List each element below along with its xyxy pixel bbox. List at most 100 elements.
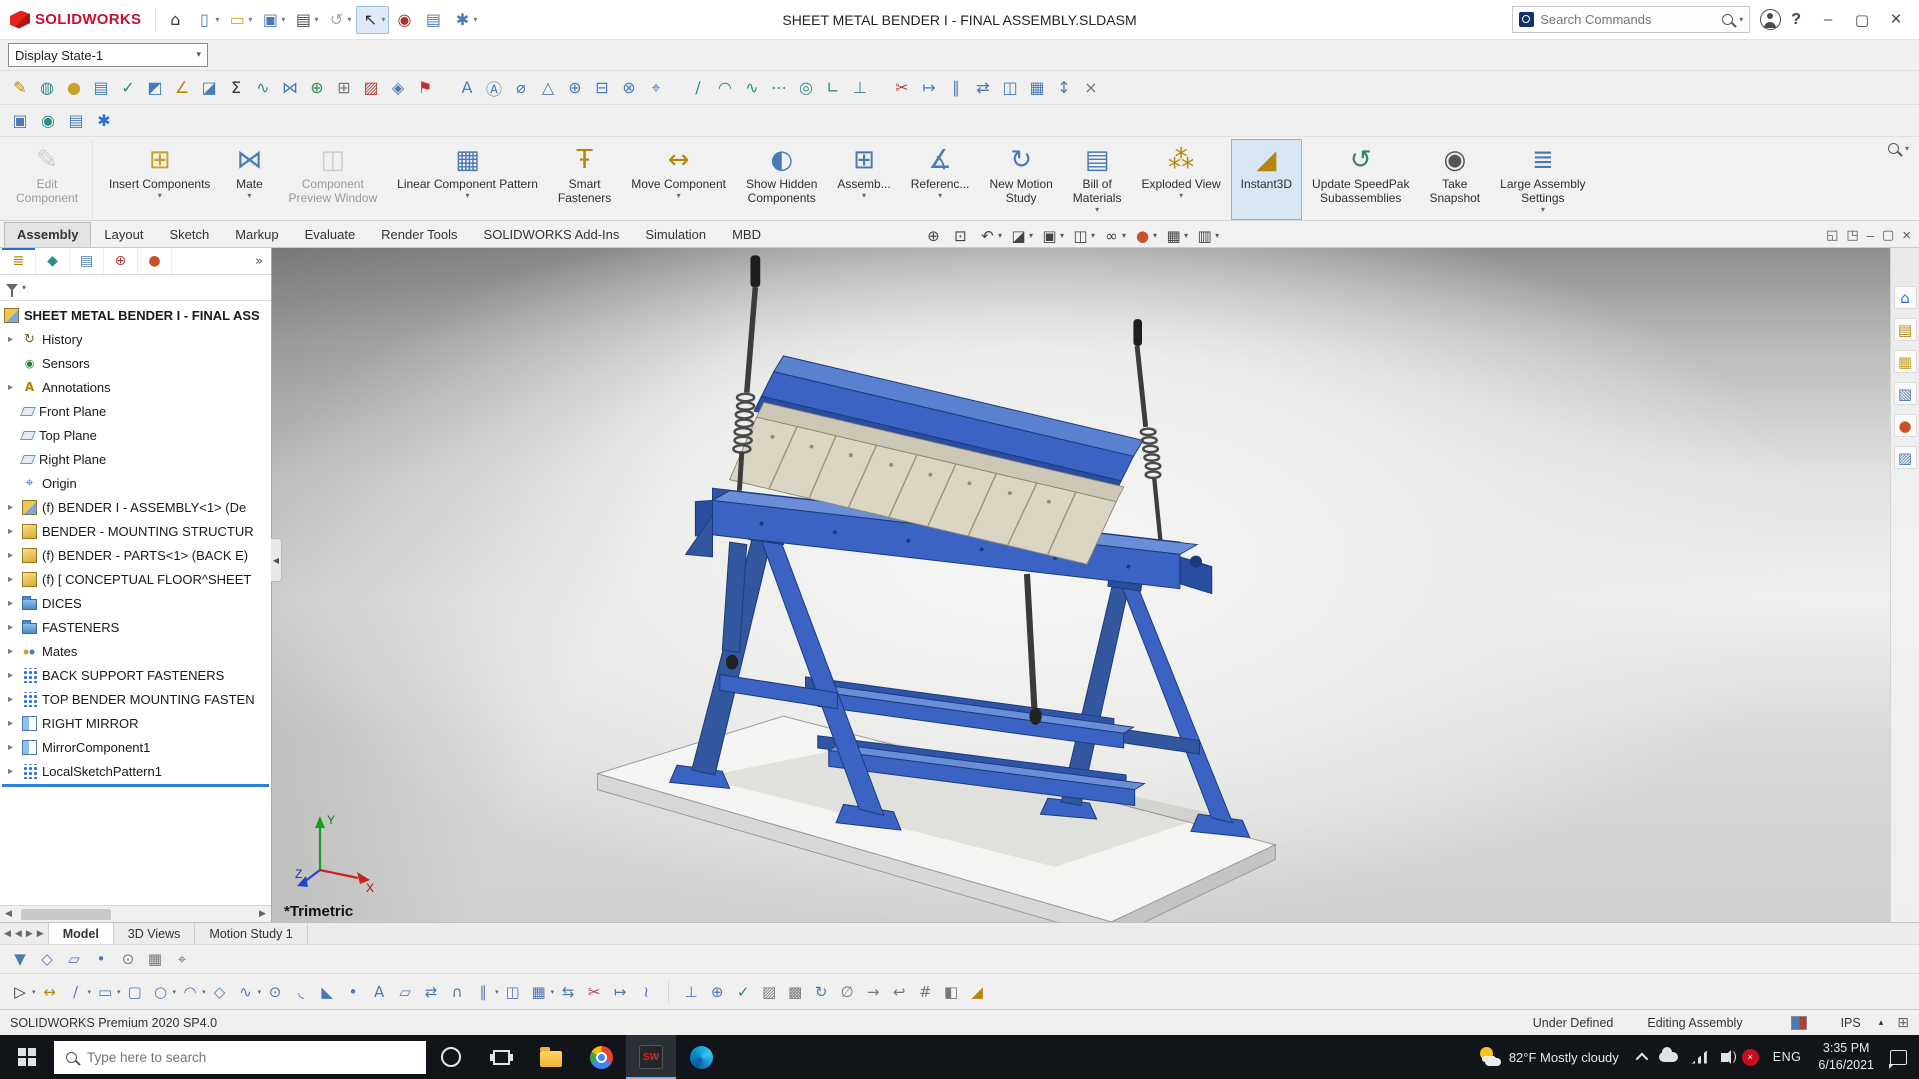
expand-arrow-icon[interactable]: ▸	[4, 502, 17, 513]
linear-sketch-pattern-icon[interactable]: ▦ ▾	[527, 980, 555, 1004]
arc-icon[interactable]: ◠ ▾	[178, 980, 206, 1004]
section-view-icon[interactable]: ◪ ▾	[1009, 226, 1033, 245]
preview-sphere-icon[interactable]: ◉	[36, 109, 60, 133]
tags-icon[interactable]: ⊞	[1897, 1015, 1909, 1031]
featuremanager-tab-icon[interactable]: ≣	[2, 248, 36, 274]
sketch-picture-icon[interactable]: ▨	[757, 980, 781, 1004]
custom-properties-icon[interactable]: ▨	[1894, 446, 1917, 469]
trim-entities-icon[interactable]: ✂	[582, 980, 606, 1004]
tree-item[interactable]: Right Plane	[0, 447, 271, 471]
expand-arrow-icon[interactable]: ▸	[4, 622, 17, 633]
window-minimize-button[interactable]: –	[1811, 5, 1845, 35]
extend-entities-icon[interactable]: ↦	[608, 980, 632, 1004]
jog-line-icon[interactable]: ≀	[634, 980, 658, 1004]
tree-item[interactable]: ▸ (f) BENDER - PARTS<1> (BACK E)	[0, 543, 271, 567]
prev-tab-icon[interactable]: ◀	[15, 929, 22, 939]
document-tab[interactable]: Motion Study 1	[195, 923, 307, 944]
expand-arrow-icon[interactable]: ▸	[4, 766, 17, 777]
assembly-3d-model[interactable]	[272, 248, 1919, 922]
add-relation-icon[interactable]: ⊕	[705, 980, 729, 1004]
last-tab-icon[interactable]: ▶	[37, 929, 44, 939]
display-relations-icon[interactable]: ⊥	[679, 980, 703, 1004]
import-diagnostics-icon[interactable]: ⊕	[305, 76, 329, 100]
offset-entities-icon[interactable]: ∥ ▾	[471, 980, 499, 1004]
displaymanager-tab-icon[interactable]: ●	[138, 248, 172, 274]
appearance-icon[interactable]: ●	[62, 76, 86, 100]
move-entities-icon[interactable]: ↕	[1052, 76, 1076, 100]
volume-icon[interactable]	[1714, 1035, 1735, 1079]
command-manager-tab[interactable]: Assembly	[4, 222, 91, 247]
expand-arrow-icon[interactable]: ▸	[4, 598, 17, 609]
expand-arrow-icon[interactable]: ▸	[4, 334, 17, 345]
start-button[interactable]	[0, 1035, 54, 1079]
user-account-icon[interactable]	[1760, 9, 1781, 30]
design-library-icon[interactable]: ▤	[1894, 318, 1917, 341]
datum-target-icon[interactable]: ⊗	[617, 76, 641, 100]
tree-item[interactable]: Origin	[0, 471, 271, 495]
home-icon[interactable]: ⌂	[1894, 286, 1917, 309]
document-close-button[interactable]: ×	[1902, 227, 1911, 244]
command-manager-tab[interactable]: SOLIDWORKS Add-Ins	[471, 222, 633, 247]
zoom-fit-icon[interactable]: ⊕	[924, 226, 944, 245]
window-restore-button[interactable]: ▢	[1845, 5, 1879, 35]
hide-show-items-icon[interactable]: ∞ ▾	[1102, 226, 1126, 245]
red-status-icon[interactable]: ×	[1735, 1035, 1766, 1079]
magnifier-icon[interactable]: ⊙	[116, 947, 140, 971]
ribbon-button[interactable]: ▤ Bill of Materials ▾	[1063, 139, 1132, 220]
taskbar-search-box[interactable]	[54, 1041, 426, 1074]
convert-entities-icon[interactable]: ⇄	[419, 980, 443, 1004]
sketch-tool-icon[interactable]: ✎	[8, 76, 32, 100]
angle-icon[interactable]: ∟	[821, 76, 845, 100]
ribbon-button[interactable]: ⊞ Insert Components ▾	[99, 139, 220, 220]
project-curve-icon[interactable]: ◠	[713, 76, 737, 100]
ribbon-button[interactable]: Ŧ Smart Fasteners	[548, 139, 621, 220]
options-gear-icon[interactable]: ✱ ▾	[449, 7, 480, 33]
task-view-icon[interactable]	[476, 1035, 526, 1079]
move-without-solve-icon[interactable]: →	[861, 980, 885, 1004]
ribbon-options-caret-icon[interactable]: ▾	[1905, 144, 1909, 153]
extend-icon[interactable]: ↦	[917, 76, 941, 100]
tree-item[interactable]: ▸ FASTENERS	[0, 615, 271, 639]
section-properties-icon[interactable]: ◪	[197, 76, 221, 100]
expand-arrow-icon[interactable]: ▸	[4, 574, 17, 585]
surface-finish-icon[interactable]: ⌀	[509, 76, 533, 100]
shaded-contours-icon[interactable]: ◧	[939, 980, 963, 1004]
ribbon-button[interactable]: ↻ New Motion Study	[979, 139, 1062, 220]
command-manager-tab[interactable]: Render Tools	[368, 222, 470, 247]
expand-arrow-icon[interactable]: ▸	[4, 526, 17, 537]
filter-edges-icon[interactable]: ◇	[35, 947, 59, 971]
appearances-icon[interactable]: ●	[1894, 414, 1917, 437]
tree-item[interactable]: Sensors	[0, 351, 271, 375]
convert-entities-icon[interactable]: ⇄	[971, 76, 995, 100]
curvature-icon[interactable]: ∿	[251, 76, 275, 100]
rollback-bar[interactable]	[2, 784, 269, 787]
perpendicular-icon[interactable]: ⊥	[848, 76, 872, 100]
expand-arrow-icon[interactable]: ▸	[4, 550, 17, 561]
text-icon[interactable]: A	[367, 980, 391, 1004]
save-icon[interactable]: ▣ ▾	[257, 7, 288, 33]
view-palette-icon[interactable]: ▧	[1894, 382, 1917, 405]
file-explorer-icon[interactable]: ▦	[1894, 350, 1917, 373]
home-icon[interactable]: ⌂	[162, 7, 189, 33]
offset-icon[interactable]: ∥	[944, 76, 968, 100]
scroll-right-icon[interactable]: ▶	[254, 909, 271, 919]
check-icon[interactable]: ✓	[116, 76, 140, 100]
ribbon-button[interactable]: ✎ Edit Component	[6, 139, 93, 220]
area-hatch-icon[interactable]: ▩	[783, 980, 807, 1004]
tree-item[interactable]: ▸ (f) [ CONCEPTUAL FLOOR^SHEET	[0, 567, 271, 591]
selection-filter-icon[interactable]: ▼	[8, 947, 32, 971]
command-search-input[interactable]	[1540, 12, 1716, 27]
line-icon[interactable]: ∕ ▾	[64, 980, 92, 1004]
grid-icon[interactable]: ▦	[143, 947, 167, 971]
mirror-entities-icon[interactable]: ◫	[501, 980, 525, 1004]
scene-icon[interactable]: ◍	[35, 76, 59, 100]
tree-item[interactable]: ▸ MirrorComponent1	[0, 735, 271, 759]
filter-faces-icon[interactable]: ▱	[62, 947, 86, 971]
apply-scene-icon[interactable]: ▦ ▾	[1164, 226, 1188, 245]
weld-symbol-icon[interactable]: △	[536, 76, 560, 100]
expand-arrow-icon[interactable]: ▸	[4, 694, 17, 705]
view-orientation-icon[interactable]: ▣ ▾	[1040, 226, 1064, 245]
modify-sketch-icon[interactable]: ↻	[809, 980, 833, 1004]
expand-arrow-icon[interactable]: ▸	[4, 382, 17, 393]
tree-item[interactable]: ▸ TOP BENDER MOUNTING FASTEN	[0, 687, 271, 711]
